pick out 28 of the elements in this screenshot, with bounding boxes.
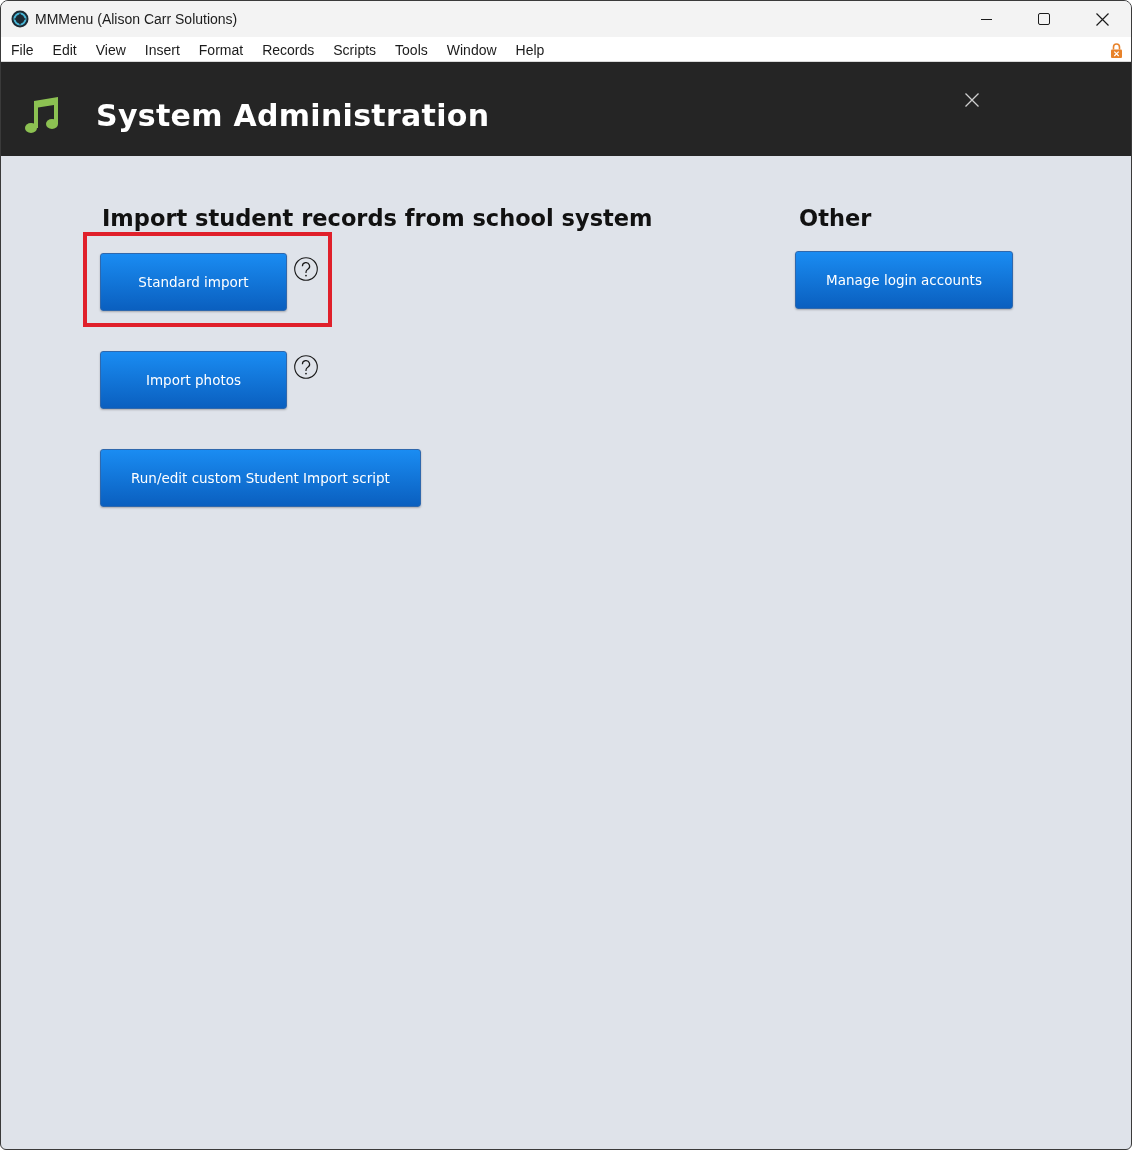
action-button[interactable]: Manage login accounts xyxy=(795,251,1013,309)
menu-item[interactable]: Window xyxy=(436,40,506,60)
action-button[interactable]: Import photos xyxy=(100,351,287,409)
section-heading: Import student records from school system xyxy=(102,205,654,231)
window-title: MMMenu (Alison Carr Solutions) xyxy=(35,9,238,29)
section-heading: Other xyxy=(799,205,873,231)
menu-item[interactable]: Format xyxy=(188,40,253,60)
menu-item[interactable]: File xyxy=(1,40,43,60)
page-title: System Administration xyxy=(96,96,490,135)
music-note-icon xyxy=(25,96,59,134)
lock-icon[interactable] xyxy=(1111,42,1122,58)
action-button[interactable]: Run/edit custom Student Import script xyxy=(100,449,421,507)
menu-item[interactable]: View xyxy=(85,40,135,60)
minimize-icon xyxy=(980,18,992,20)
menu-item[interactable]: Scripts xyxy=(323,40,386,60)
maximize-icon xyxy=(1038,13,1050,25)
close-icon xyxy=(964,92,980,108)
close-icon xyxy=(1095,12,1109,26)
menu-item[interactable]: Help xyxy=(505,40,554,60)
menu-item[interactable]: Tools xyxy=(385,40,437,60)
action-button[interactable]: Standard import xyxy=(100,253,287,311)
menu-item[interactable]: Records xyxy=(252,40,324,60)
close-button[interactable] xyxy=(964,92,980,108)
menu-item[interactable]: Edit xyxy=(42,40,86,60)
help-icon[interactable] xyxy=(294,355,318,379)
app-icon xyxy=(11,10,29,28)
help-icon[interactable] xyxy=(294,257,318,281)
menu-item[interactable]: Insert xyxy=(134,40,189,60)
